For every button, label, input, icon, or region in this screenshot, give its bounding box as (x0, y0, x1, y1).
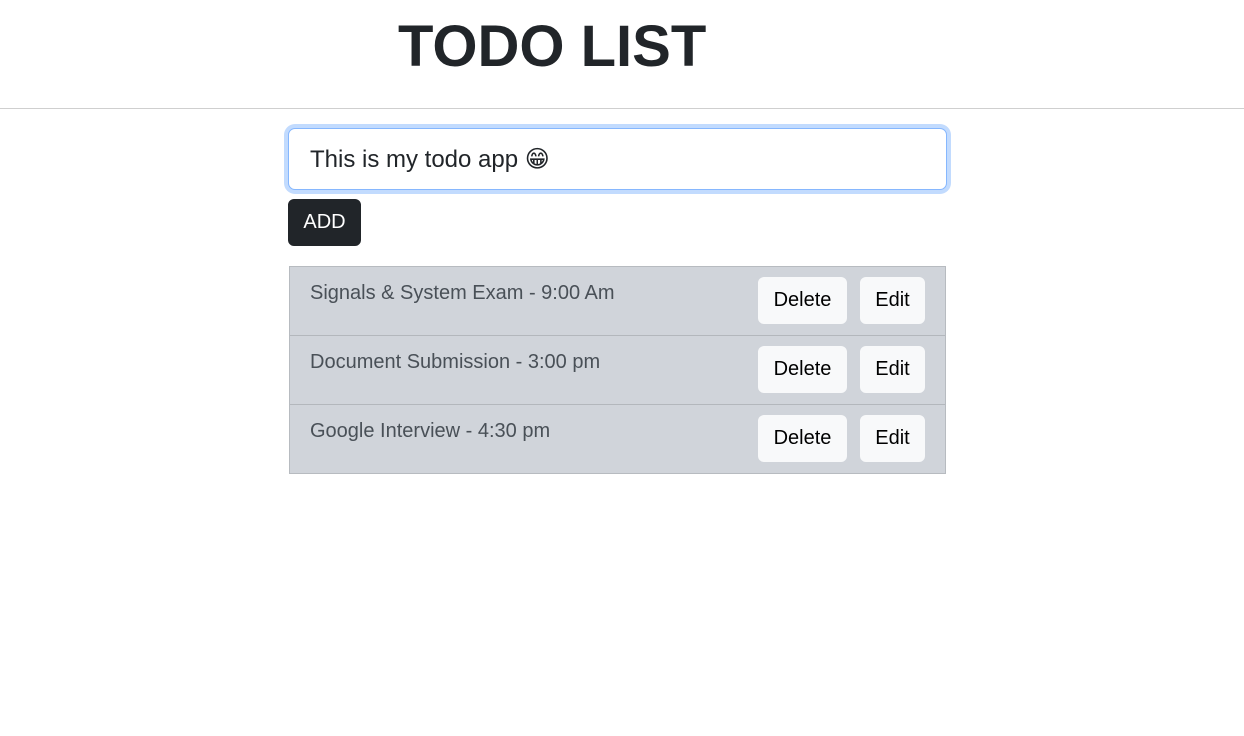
delete-button[interactable]: Delete (758, 346, 847, 393)
todo-text: Signals & System Exam - 9:00 Am (310, 282, 615, 304)
list-item: Document Submission - 3:00 pm Delete Edi… (290, 336, 945, 405)
todo-list: Signals & System Exam - 9:00 Am Delete E… (289, 266, 946, 474)
list-item: Google Interview - 4:30 pm Delete Edit (290, 405, 945, 473)
delete-button[interactable]: Delete (758, 415, 847, 462)
edit-button[interactable]: Edit (860, 277, 925, 324)
edit-button[interactable]: Edit (860, 346, 925, 393)
list-item: Signals & System Exam - 9:00 Am Delete E… (290, 267, 945, 336)
todo-input[interactable] (288, 128, 947, 190)
add-button[interactable]: ADD (288, 199, 361, 246)
delete-button[interactable]: Delete (758, 277, 847, 324)
edit-button[interactable]: Edit (860, 415, 925, 462)
page-header: TODO LIST (0, 0, 1244, 109)
page-title: TODO LIST (398, 14, 707, 79)
todo-text: Document Submission - 3:00 pm (310, 351, 601, 373)
todo-text: Google Interview - 4:30 pm (310, 420, 551, 442)
